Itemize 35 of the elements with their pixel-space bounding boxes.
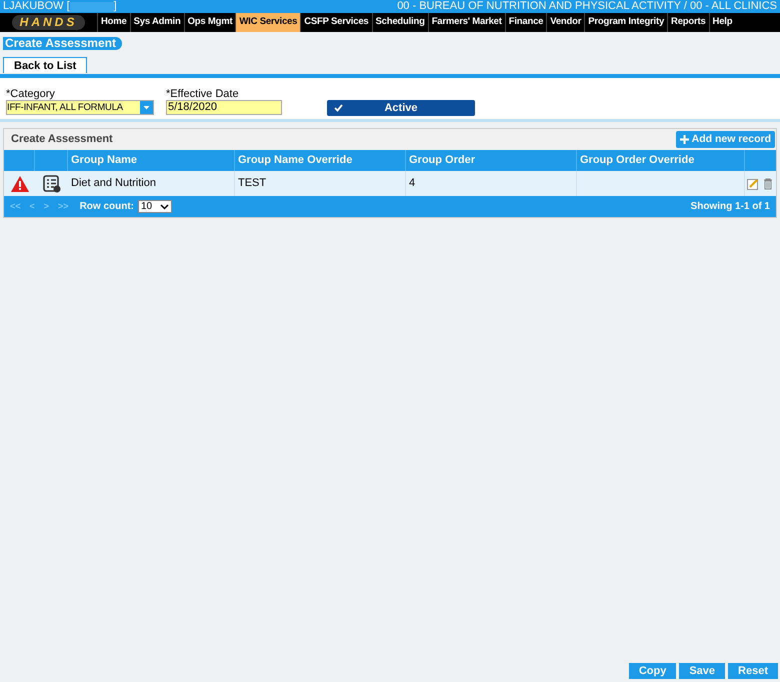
page-title: Create Assessment <box>3 37 122 50</box>
dropdown-icon <box>140 101 153 114</box>
back-to-list-tab[interactable]: Back to List <box>3 56 88 72</box>
list-document-icon[interactable] <box>42 174 60 192</box>
redacted-block <box>70 2 114 12</box>
plus-icon <box>680 135 689 144</box>
user-bracket: ] <box>114 1 117 12</box>
category-label: *Category <box>6 88 56 100</box>
table-row[interactable]: Diet and Nutrition TEST 4 <box>4 171 776 196</box>
date-label: *Effective Date <box>166 88 240 100</box>
nav-tab[interactable]: Home <box>97 13 130 32</box>
nav-tab[interactable]: Scheduling <box>372 13 428 32</box>
logo: HANDS <box>12 15 86 30</box>
row-count-select[interactable]: 10 <box>138 200 172 213</box>
nav-tab[interactable]: Farmers' Market <box>428 13 505 32</box>
active-toggle[interactable]: Active <box>327 100 475 116</box>
date-field[interactable]: 5/18/2020 <box>166 100 282 115</box>
nav-tab[interactable]: Program Integrity <box>584 13 668 32</box>
grid-title: Create Assessment <box>11 132 113 148</box>
trash-icon[interactable] <box>763 178 773 190</box>
category-select[interactable]: IFF-INFANT, ALL FORMULA <box>6 100 154 115</box>
nav-tab[interactable]: Sys Admin <box>130 13 184 32</box>
nav-tab[interactable]: Finance <box>504 13 546 32</box>
agency-text: 00 - BUREAU OF NUTRITION AND PHYSICAL ACTIVITY / 00 - ALL CLINICS <box>397 1 777 12</box>
edit-icon[interactable] <box>747 178 759 190</box>
nav-tab[interactable]: Reports <box>667 13 709 32</box>
nav-tab[interactable]: WIC Services <box>235 13 300 32</box>
nav-tab[interactable]: Vendor <box>546 13 584 32</box>
row-count-label: Row count: <box>80 200 134 214</box>
chevron-icon <box>160 204 169 210</box>
showing-count: Showing 1-1 of 1 <box>690 200 770 214</box>
user-name: LJAKUBOW [ <box>3 1 70 12</box>
nav-tab[interactable]: Help <box>708 13 736 32</box>
checkmark-icon <box>334 104 342 112</box>
nav-tab[interactable]: CSFP Services <box>300 13 372 32</box>
